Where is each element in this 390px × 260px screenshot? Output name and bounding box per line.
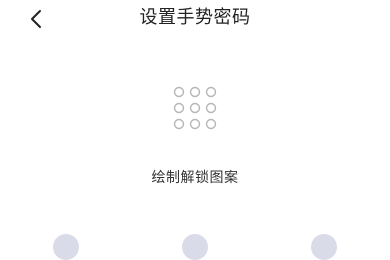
header-bar: 设置手势密码 bbox=[0, 0, 390, 40]
pattern-pad[interactable] bbox=[0, 234, 390, 260]
preview-dot bbox=[189, 118, 201, 130]
pattern-dot-1[interactable] bbox=[53, 234, 79, 260]
page-title: 设置手势密码 bbox=[139, 7, 251, 28]
preview-dot bbox=[173, 118, 185, 130]
pattern-preview-icon bbox=[173, 86, 217, 130]
preview-dot bbox=[189, 102, 201, 114]
preview-dot bbox=[173, 86, 185, 98]
preview-dot bbox=[205, 86, 217, 98]
preview-dot bbox=[205, 102, 217, 114]
draw-pattern-hint: 绘制解锁图案 bbox=[151, 170, 239, 186]
preview-dot bbox=[173, 102, 185, 114]
preview-dot bbox=[205, 118, 217, 130]
pattern-dot-3[interactable] bbox=[311, 234, 337, 260]
preview-dot bbox=[189, 86, 201, 98]
pattern-dot-2[interactable] bbox=[182, 234, 208, 260]
